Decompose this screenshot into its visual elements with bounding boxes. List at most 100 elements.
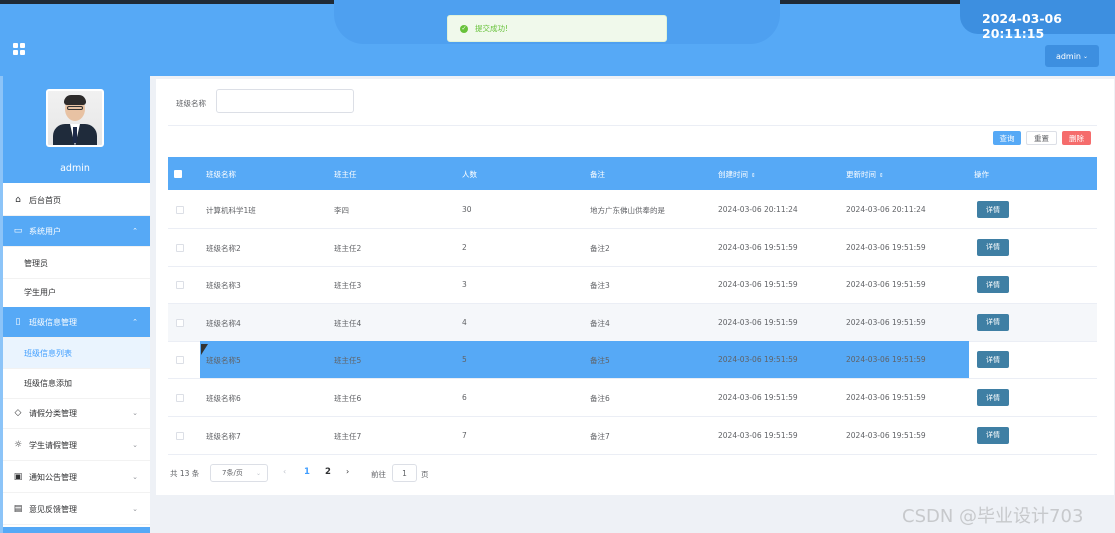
- row-checkbox[interactable]: [176, 243, 184, 252]
- chevron-down-icon: ⌄: [132, 441, 138, 449]
- row-checkbox[interactable]: [176, 281, 184, 290]
- delete-button[interactable]: 删除: [1062, 131, 1091, 145]
- class-name-cell: 班级名称7: [206, 431, 241, 441]
- page-2-button[interactable]: 2: [325, 467, 331, 477]
- column-header-updated[interactable]: 更新时间 ⇕: [846, 169, 884, 180]
- prev-page-button[interactable]: ‹: [283, 467, 286, 476]
- count-cell: 30: [462, 205, 472, 214]
- sidebar-group-system-users[interactable]: ▭ 系统用户 ⌃: [3, 216, 150, 247]
- sidebar-item-class-list[interactable]: 班级信息列表: [3, 338, 150, 369]
- class-name-cell: 班级名称5: [206, 356, 241, 366]
- created-cell: 2024-03-06 19:51:59: [718, 242, 798, 252]
- row-checkbox[interactable]: [176, 394, 184, 402]
- detail-button[interactable]: 详情: [977, 276, 1009, 294]
- select-all-checkbox[interactable]: [174, 170, 182, 178]
- table-row[interactable]: [168, 303, 1097, 342]
- note-cell: 备注2: [590, 243, 610, 253]
- column-header-created-label: 创建时间: [718, 170, 748, 179]
- class-name-cell: 班级名称2: [206, 243, 241, 253]
- detail-button[interactable]: 详情: [977, 426, 1009, 444]
- updated-cell: 2024-03-06 19:51:59: [846, 430, 926, 440]
- count-cell: 4: [462, 317, 467, 327]
- detail-button[interactable]: 详情: [977, 313, 1009, 331]
- row-checkbox[interactable]: [176, 431, 184, 440]
- sidebar-item-label: 系统用户: [29, 226, 61, 236]
- sidebar-group-feedback[interactable]: ▤ 意见反馈管理 ⌄: [3, 494, 150, 525]
- sidebar-item-label: 通知公告管理: [29, 472, 77, 482]
- note-cell: 备注6: [590, 394, 610, 403]
- column-header-count: 人数: [462, 170, 477, 179]
- created-cell: 2024-03-06 19:51:59: [718, 317, 798, 327]
- teacher-cell: 班主任2: [334, 243, 362, 253]
- check-circle-icon: ✓: [460, 24, 468, 33]
- sidebar-group-class-info[interactable]: ▯ 班级信息管理 ⌃: [3, 307, 150, 338]
- page-size-select[interactable]: 7条/页 ⌄: [210, 464, 268, 482]
- sidebar-item-label: 班级信息管理: [29, 317, 77, 327]
- count-cell: 6: [462, 393, 467, 402]
- row-checkbox[interactable]: [176, 356, 184, 365]
- chevron-down-icon: ⌄: [132, 505, 138, 513]
- home-icon: ⌂: [15, 195, 21, 205]
- sidebar-item-label: 班级信息添加: [24, 378, 72, 388]
- note-cell: 备注3: [590, 281, 610, 291]
- teacher-cell: 班主任3: [334, 281, 362, 291]
- detail-button[interactable]: 详情: [977, 389, 1009, 406]
- class-name-cell: 班级名称3: [206, 281, 241, 291]
- search-label: 班级名称: [176, 99, 206, 108]
- clipboard-icon: ▤: [13, 504, 23, 514]
- teacher-cell: 班主任4: [334, 318, 362, 328]
- mail-box-icon: ▣: [13, 472, 23, 482]
- sidebar-edge: [0, 76, 3, 533]
- table-row[interactable]: [168, 417, 1097, 455]
- sidebar-group-notices[interactable]: ▣ 通知公告管理 ⌄: [3, 462, 150, 493]
- note-cell: 备注5: [590, 356, 610, 366]
- next-page-button[interactable]: ›: [346, 467, 349, 476]
- note-cell: 备注7: [590, 431, 610, 441]
- row-checkbox[interactable]: [176, 318, 184, 327]
- bookmark-icon: ▯: [15, 317, 21, 327]
- table-row[interactable]: [168, 379, 1097, 417]
- sidebar-item-home[interactable]: ⌂ 后台首页: [3, 185, 150, 216]
- sidebar-item-class-add[interactable]: 班级信息添加: [3, 368, 150, 399]
- teacher-cell: 班主任6: [334, 394, 362, 403]
- divider: [168, 125, 1097, 126]
- teacher-cell: 班主任7: [334, 431, 362, 441]
- goto-label: 前往: [371, 470, 386, 479]
- sidebar-item-label: 管理员: [24, 258, 48, 268]
- sidebar-group-leave-category[interactable]: ◇ 请假分类管理 ⌄: [3, 398, 150, 429]
- detail-button[interactable]: 详情: [977, 351, 1009, 369]
- avatar: [46, 89, 104, 147]
- sidebar-item-admins[interactable]: 管理员: [3, 248, 150, 279]
- query-button[interactable]: 查询: [993, 131, 1021, 145]
- page-1-button[interactable]: 1: [304, 467, 310, 477]
- created-cell: 2024-03-06 19:51:59: [718, 280, 798, 290]
- goto-page-input[interactable]: 1: [392, 464, 417, 482]
- column-header-updated-label: 更新时间: [846, 170, 876, 179]
- sidebar-group-student-leave[interactable]: ☼ 学生请假管理 ⌄: [3, 430, 150, 461]
- detail-button[interactable]: 详情: [977, 201, 1009, 218]
- sidebar-item-students[interactable]: 学生用户: [3, 277, 150, 308]
- menu-grid-icon[interactable]: [13, 43, 25, 55]
- class-name-search-input[interactable]: [216, 89, 354, 113]
- count-cell: 7: [462, 430, 467, 440]
- chevron-down-icon: ⌄: [132, 409, 138, 417]
- created-cell: 2024-03-06 19:51:59: [718, 430, 798, 440]
- table-row[interactable]: [168, 266, 1097, 305]
- column-header-note: 备注: [590, 170, 605, 179]
- pagination-total: 共 13 条: [170, 469, 200, 478]
- updated-cell: 2024-03-06 20:11:24: [846, 205, 926, 214]
- created-cell: 2024-03-06 19:51:59: [718, 393, 798, 402]
- sort-icon[interactable]: ⇕: [879, 173, 884, 179]
- row-checkbox[interactable]: [176, 206, 184, 214]
- chevron-up-icon: ⌃: [132, 227, 138, 235]
- user-menu-button[interactable]: admin ⌄: [1045, 45, 1099, 67]
- reset-button[interactable]: 重置: [1026, 131, 1057, 145]
- column-header-teacher: 班主任: [334, 170, 357, 179]
- column-header-created[interactable]: 创建时间 ⇕: [718, 169, 756, 180]
- detail-button[interactable]: 详情: [977, 238, 1009, 256]
- table-row[interactable]: [168, 229, 1097, 267]
- created-cell: 2024-03-06 20:11:24: [718, 205, 798, 214]
- header-clock: 2024-03-06 20:11:15: [982, 11, 1062, 41]
- sort-icon[interactable]: ⇕: [751, 173, 756, 179]
- note-cell: 备注4: [590, 318, 610, 328]
